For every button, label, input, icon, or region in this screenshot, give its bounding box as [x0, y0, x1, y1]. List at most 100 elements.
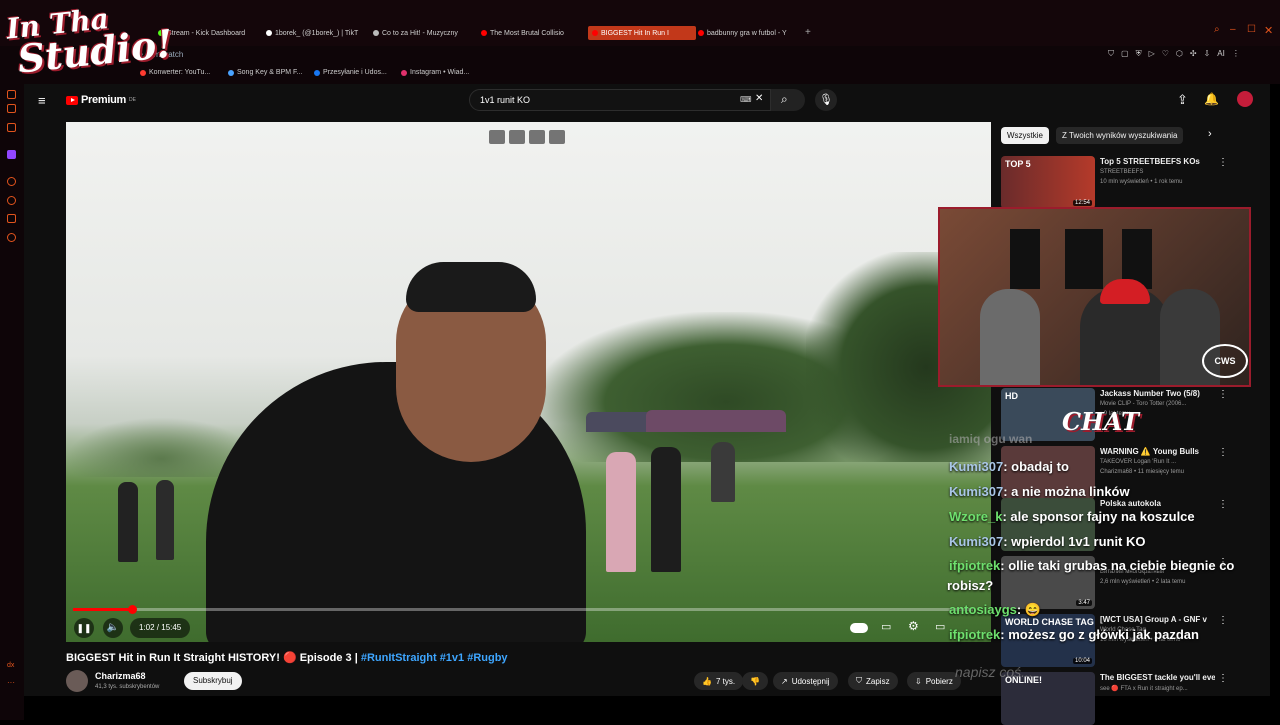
menu-icon[interactable]: ⋮	[1232, 49, 1240, 59]
clear-search-icon[interactable]: ✕	[755, 93, 763, 104]
shield-icon[interactable]: ⛨	[1136, 49, 1142, 59]
share-button[interactable]: ↗ Udostępnij	[773, 672, 838, 690]
minimize-icon[interactable]: –	[1230, 24, 1236, 35]
speed-icon[interactable]	[549, 130, 565, 144]
notifications-bell-icon[interactable]: 🔔	[1204, 92, 1219, 106]
cube-icon[interactable]: ⬡	[1176, 49, 1183, 59]
sidebar-bottom-label: dx	[7, 662, 15, 669]
video-title-link[interactable]: Jackass Number Two (5/8)	[1100, 389, 1215, 398]
subscriber-count: 41,3 tys. subskrybentów	[95, 684, 160, 690]
browser-tab[interactable]: 1borek_ (@1borek_) | TikT	[266, 26, 366, 40]
person-figure	[711, 442, 735, 502]
more-options-icon[interactable]: ⋮	[1218, 389, 1228, 400]
tab-favicon-icon	[266, 30, 272, 36]
reader-icon[interactable]: ▢	[1121, 49, 1129, 59]
tab-label: 1borek_ (@1borek_) | TikT	[275, 29, 359, 37]
youtube-logo[interactable]: Premium DE	[66, 94, 136, 106]
chat-text: : 😄	[1016, 602, 1042, 617]
play-icon[interactable]: ▷	[1149, 49, 1155, 59]
chip-all[interactable]: Wszystkie	[1001, 127, 1049, 144]
chat-message: Kumi307: wpierdol 1v1 runit KO	[949, 534, 1146, 549]
avatar[interactable]	[1237, 91, 1253, 107]
settings-gear-icon[interactable]: ⚙	[908, 619, 919, 633]
history-icon[interactable]	[7, 196, 16, 205]
keyboard-icon[interactable]: ⌨	[740, 95, 752, 104]
chat-message: Wzore_k: ale sponsor fajny na koszulce	[949, 509, 1195, 524]
search-tabs-icon[interactable]: ⌕	[1214, 24, 1220, 35]
bookmark-item[interactable]: Song Key & BPM F...	[228, 69, 302, 76]
chat-username: antosiaygs	[949, 602, 1017, 617]
download-icon: ⇩	[915, 676, 922, 686]
sidebar-app-icon[interactable]	[7, 214, 16, 223]
save-button[interactable]: ⛉ Zapisz	[848, 672, 898, 690]
maximize-icon[interactable]: ☐	[1247, 24, 1256, 35]
hashtags-link[interactable]: #RunItStraight #1v1 #Rugby	[361, 652, 508, 664]
chat-message: antosiaygs: 😄	[949, 602, 1041, 618]
bookmark-item[interactable]: Przesyłanie i Udos...	[314, 69, 387, 76]
chat-message: ifpiotrek: ollie taki grubas na ciebie b…	[949, 558, 1234, 573]
miniplayer-icon[interactable]	[489, 130, 505, 144]
video-thumbnail[interactable]: TOP 5 12:54	[1001, 156, 1095, 209]
youtube-play-icon	[66, 95, 78, 105]
upload-icon[interactable]: ⇪	[1177, 92, 1188, 108]
channel-name[interactable]: Charizma68	[95, 671, 146, 681]
browser-tab[interactable]: BIGGEST Hit In Run I	[588, 26, 696, 40]
hamburger-menu-icon[interactable]: ≡	[38, 93, 46, 108]
chat-username: ifpiotrek	[949, 558, 1001, 573]
next-icon[interactable]	[529, 130, 545, 144]
subscribe-button[interactable]: Subskrybuj	[184, 672, 242, 690]
address-bar-area: be.com/watch ⛉ ▢ ⛨ ▷ ♡ ⬡ ✣ ⇩ AI ⋮	[0, 46, 1280, 84]
more-icon[interactable]: ···	[7, 678, 15, 687]
search-input[interactable]: 1v1 runit KO ⌨ ✕	[469, 89, 771, 111]
heart-icon[interactable]: ♡	[1162, 49, 1169, 59]
instagram-favicon-icon	[401, 69, 407, 76]
autoplay-toggle[interactable]	[850, 623, 868, 633]
browser-tab[interactable]: badbunny gra w futbol - Y	[698, 26, 798, 40]
chat-text: : ale sponsor fajny na koszulce	[1002, 509, 1195, 524]
chevron-right-icon[interactable]: ›	[1208, 128, 1212, 140]
more-options-icon[interactable]: ⋮	[1218, 157, 1228, 168]
person-figure	[156, 480, 174, 560]
chat-username: ifpiotrek	[949, 627, 1001, 642]
twitch-icon[interactable]	[7, 150, 16, 159]
copy-icon[interactable]	[509, 130, 525, 144]
close-window-icon[interactable]: ✕	[1264, 24, 1273, 37]
search-button[interactable]: ⌕	[771, 89, 805, 111]
video-title-link[interactable]: Top 5 STREETBEEFS KOs	[1100, 157, 1215, 166]
tab-favicon-icon	[481, 30, 487, 36]
subtitles-icon[interactable]: ▭	[881, 620, 891, 633]
voice-search-icon[interactable]: 🎙	[815, 89, 837, 111]
dislike-button[interactable]: 👎	[742, 672, 768, 690]
volume-icon[interactable]: 🔈	[103, 618, 123, 638]
tab-favicon-icon	[698, 30, 704, 36]
sidebar-app-icon[interactable]	[7, 90, 16, 99]
sidebar-app-icon[interactable]	[7, 177, 16, 186]
sidebar-app-icon[interactable]	[7, 123, 16, 132]
chat-partial-line: iamiq ogu wan	[949, 432, 1033, 446]
channel-avatar[interactable]	[66, 670, 88, 692]
settings-icon[interactable]	[7, 233, 16, 242]
video-player[interactable]: ❚❚ 🔈 1:02 / 15:45 ▭ ⚙ ▭	[66, 122, 991, 642]
progress-track[interactable]	[73, 605, 973, 614]
pause-button[interactable]: ❚❚	[74, 618, 94, 638]
bookmark-item[interactable]: Konwerter: YouTu...	[140, 69, 210, 76]
browser-tab[interactable]: Co to za Hit! - Muzyczny	[373, 26, 471, 40]
extension-icons[interactable]: ⛉ ▢ ⛨ ▷ ♡ ⬡ ✣ ⇩ AI ⋮	[1108, 49, 1240, 59]
tab-label: The Most Brutal Collisio	[490, 29, 564, 37]
sidebar-app-icon[interactable]	[7, 104, 16, 113]
browser-tab[interactable]: The Most Brutal Collisio	[481, 26, 579, 40]
person-figure	[118, 482, 138, 562]
tab-favicon-icon	[373, 30, 379, 36]
new-tab-button[interactable]: +	[805, 27, 811, 38]
chat-input[interactable]: napisz coś...	[955, 664, 1033, 680]
like-button[interactable]: 👍 7 tys.	[694, 672, 744, 690]
puzzle-icon[interactable]: ✣	[1190, 49, 1197, 59]
chip-from-search[interactable]: Z Twoich wyników wyszukiwania	[1056, 127, 1184, 144]
download-icon[interactable]: ⇩	[1204, 49, 1211, 59]
share-icon: ↗	[781, 676, 788, 686]
ai-button[interactable]: AI	[1217, 49, 1225, 59]
search-icon: ⌕	[781, 92, 788, 106]
video-channel[interactable]: STREETBEEFS	[1100, 169, 1143, 175]
bookmark-item[interactable]: Instagram • Wiad...	[401, 69, 469, 76]
bookmark-icon[interactable]: ⛉	[1108, 49, 1114, 59]
